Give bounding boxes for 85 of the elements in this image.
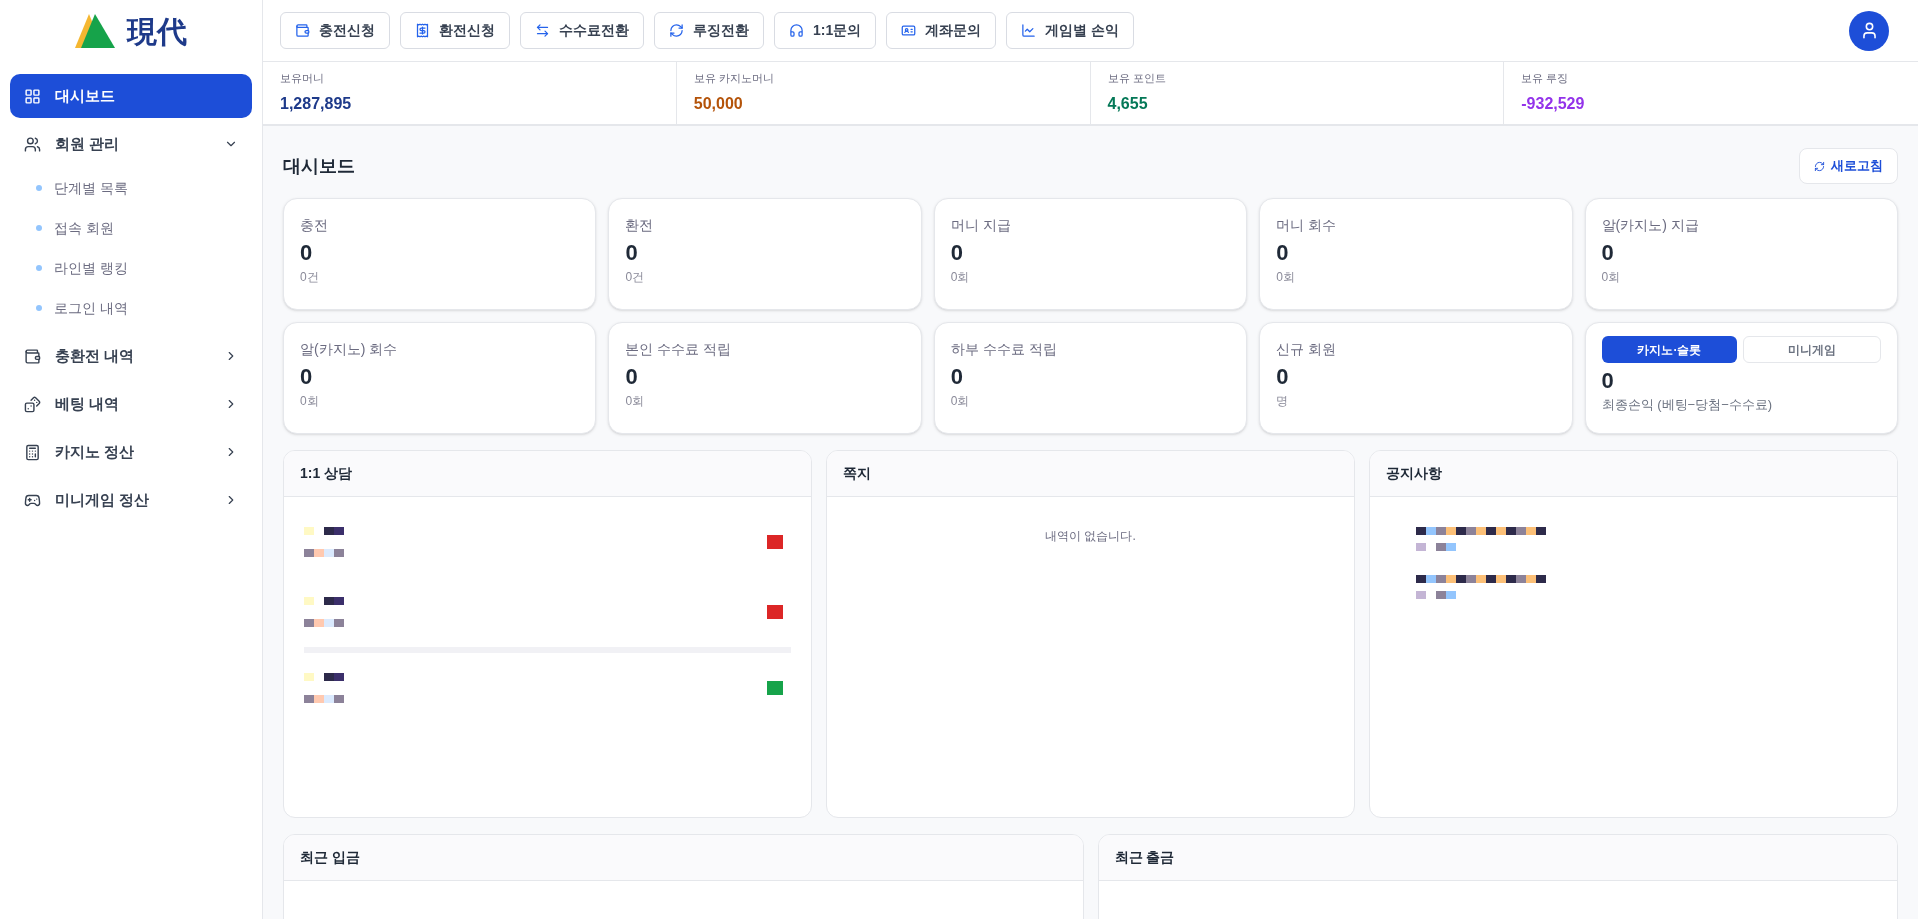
empty-message: 내역이 없습니다. — [1045, 528, 1136, 545]
stat-value: 0 — [950, 239, 965, 267]
balance-label: 보유머니 — [280, 71, 325, 87]
toolbar-button[interactable]: 수수료전환 — [520, 12, 644, 49]
panel-title: 쪽지 — [843, 464, 871, 483]
toolbar-button[interactable]: 루징전환 — [654, 12, 764, 49]
stat-caption: 0건 — [625, 269, 646, 286]
submenu-item[interactable]: 접속 회원 — [10, 208, 252, 248]
blurred-text-drawing — [304, 597, 344, 605]
stat-caption: 0회 — [950, 393, 971, 410]
stat-value: 0 — [625, 363, 639, 391]
logo-text: 現代 — [127, 12, 187, 51]
balance-value: 1,287,895 — [280, 93, 353, 114]
stat-value: 0 — [300, 239, 314, 267]
sidebar-item[interactable]: 미니게임 정산 — [10, 478, 252, 522]
headset-icon — [789, 23, 804, 38]
stat-label: 신규 회원 — [1276, 340, 1338, 359]
panel-title: 1:1 상담 — [300, 464, 353, 483]
dice-icon — [24, 395, 41, 413]
wallet-icon — [24, 347, 41, 365]
stat-caption: 명 — [1276, 393, 1290, 410]
stat-value: 0 — [625, 239, 639, 267]
page-title: 대시보드 — [283, 154, 355, 178]
stat-label: 알(카지노) 지급 — [1601, 216, 1700, 235]
stat-label: 머니 회수 — [1276, 216, 1338, 235]
sidebar-item[interactable]: 대시보드 — [10, 74, 252, 118]
stat-value: 0 — [1276, 239, 1290, 267]
stat-value: 0 — [300, 363, 314, 391]
stat-label: 환전 — [625, 216, 655, 235]
panel-title: 최근 입금 — [300, 848, 360, 867]
balance-value: 50,000 — [693, 93, 744, 114]
grid-icon — [24, 87, 41, 105]
blurred-text-drawing — [304, 527, 344, 535]
line-chart-icon — [1021, 23, 1037, 38]
stat-caption: 0회 — [1601, 269, 1622, 286]
id-card-icon — [901, 23, 917, 38]
blurred-text-drawing — [304, 549, 344, 557]
stat-label: 하부 수수료 적립 — [950, 340, 1058, 359]
users-icon — [24, 135, 41, 153]
stat-value: 0 — [950, 363, 965, 391]
tab[interactable]: 미니게임 — [1743, 336, 1881, 363]
receipt-icon — [415, 23, 430, 38]
toolbar-button[interactable]: 계좌문의 — [886, 12, 997, 49]
tab[interactable]: 카지노·슬롯 — [1601, 336, 1738, 363]
wallet-icon — [295, 23, 310, 38]
sidebar-item[interactable]: 카지노 정산 — [10, 430, 252, 474]
submenu-item[interactable]: 라인별 랭킹 — [10, 248, 252, 288]
balance-value: -932,529 — [1521, 93, 1586, 114]
swap-arrows-icon — [535, 23, 550, 38]
balance-value: 4,655 — [1107, 93, 1149, 114]
stat-caption: 0회 — [300, 393, 320, 410]
balance-label: 보유 루징 — [1521, 71, 1570, 87]
stat-caption: 0회 — [950, 269, 971, 286]
stat-label: 알(카지노) 회수 — [300, 340, 399, 359]
balance-label: 보유 카지노머니 — [693, 71, 775, 87]
toolbar-button[interactable]: 1:1문의 — [774, 12, 877, 49]
balance-label: 보유 포인트 — [1107, 71, 1167, 87]
sidebar-item[interactable]: 회원 관리 — [10, 122, 252, 166]
submenu-item[interactable]: 단계별 목록 — [10, 168, 252, 208]
stat-label: 충전 — [300, 216, 329, 235]
stat-value: 0 — [1601, 239, 1615, 267]
stat-label: 본인 수수료 적립 — [625, 340, 733, 359]
panel-title: 공지사항 — [1386, 464, 1442, 483]
calculator-icon — [24, 443, 41, 461]
refresh-button[interactable]: 새로고침 — [1799, 148, 1898, 184]
toolbar-button[interactable]: 환전신청 — [400, 12, 510, 49]
stat-caption: 0건 — [300, 269, 320, 286]
toolbar-button[interactable]: 게임별 손익 — [1006, 12, 1135, 49]
sidebar-item[interactable]: 충환전 내역 — [10, 334, 252, 378]
stat-label: 머니 지급 — [950, 216, 1012, 235]
refresh-icon — [1814, 160, 1825, 172]
stat-value: 0 — [1601, 367, 1615, 395]
sidebar-item[interactable]: 베팅 내역 — [10, 382, 252, 426]
blurred-text-drawing — [304, 619, 344, 627]
stat-caption: 최종손익 (베팅−당첨−수수료) — [1601, 396, 1774, 414]
toolbar-button[interactable]: 충전신청 — [280, 12, 390, 49]
refresh-icon — [669, 23, 684, 38]
blurred-text-drawing — [304, 695, 344, 703]
panel-title: 최근 출금 — [1114, 848, 1175, 867]
stat-value: 0 — [1276, 363, 1290, 391]
submenu-item[interactable]: 로그인 내역 — [10, 288, 252, 328]
stat-caption: 0회 — [625, 393, 646, 410]
stat-caption: 0회 — [1276, 269, 1296, 286]
blurred-text-drawing — [304, 673, 344, 681]
user-avatar-button[interactable] — [1849, 10, 1889, 51]
